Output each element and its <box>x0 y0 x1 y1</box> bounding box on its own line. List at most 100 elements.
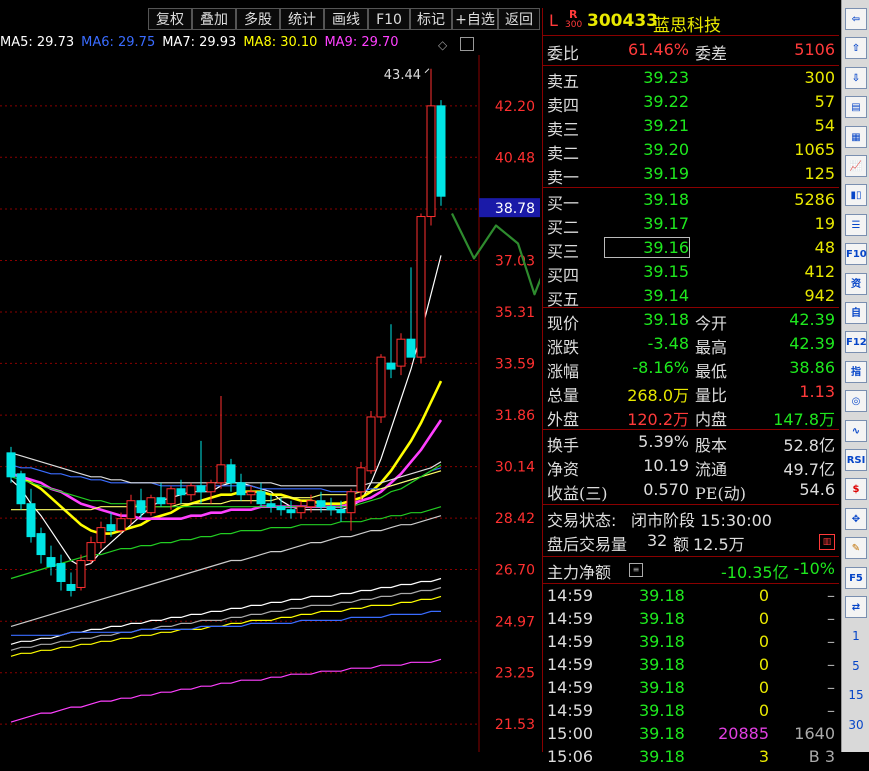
toolbar-button-7[interactable]: +自选 <box>452 8 498 30</box>
tick-row: 15:00 39.18 20885 1640 <box>543 724 839 748</box>
stat-label: 最低 <box>695 362 728 381</box>
refresh-icon[interactable]: ◎ <box>845 390 867 413</box>
period-1[interactable]: 1 <box>845 625 867 647</box>
toolbar-button-2[interactable]: 多股 <box>236 8 280 30</box>
ma-line <box>10 658 442 723</box>
news-icon[interactable]: 资 <box>845 272 867 295</box>
candle-body <box>256 491 266 505</box>
self-select-icon[interactable]: 自 <box>845 302 867 324</box>
period-15[interactable]: 15 <box>845 684 867 706</box>
tick-row: 14:59 39.18 0 – <box>543 701 839 725</box>
toolbar-button-0[interactable]: 复权 <box>148 8 192 30</box>
stat-value: 38.86 <box>789 358 835 377</box>
tick-volume: 0 <box>758 701 769 720</box>
candle-icon[interactable]: ▮▯ <box>845 184 867 207</box>
f12-icon[interactable]: F12 <box>845 331 867 354</box>
stat-value: 5.39% <box>638 432 689 451</box>
toolbar-button-6[interactable]: 标记 <box>410 8 452 30</box>
quote-stat-row: 涨跌 -3.48 最高 42.39 <box>543 334 839 358</box>
move-icon[interactable]: ✥ <box>845 507 867 530</box>
arrow-up-icon[interactable]: ⇧ <box>845 37 867 60</box>
grid-icon[interactable]: ▦ <box>845 125 867 148</box>
f5-icon[interactable]: F5 <box>845 566 867 589</box>
tick-row: 15:06 39.18 3 B 3 <box>543 747 839 771</box>
kline-chart[interactable]: 42.2040.4838.7537.0335.3133.5931.8630.14… <box>0 55 540 752</box>
line-chart-icon[interactable]: 📈 <box>845 155 867 177</box>
candle-body <box>76 560 86 588</box>
bid-price[interactable]: 39.16 <box>604 237 690 258</box>
stock-code: 300433 <box>587 11 658 31</box>
arrow-down-icon[interactable]: ⇩ <box>845 66 867 89</box>
bid-volume: 412 <box>804 262 835 281</box>
toolbar-button-5[interactable]: F10 <box>368 8 410 30</box>
quote-panel: L R 300 300433 蓝思科技 委比 61.46% 委差 5106 交易… <box>542 8 841 766</box>
tick-flag: – <box>827 701 835 720</box>
candle-body <box>196 485 206 493</box>
fundamental-row: 收益(三) 0.570 PE(动) 54.6 <box>543 480 839 504</box>
bid-price[interactable]: 39.17 <box>543 214 689 233</box>
stat-value: 268.0万 <box>627 386 689 405</box>
candle-body <box>286 509 296 514</box>
candle-body <box>226 464 236 484</box>
toolbar-button-8[interactable]: 返回 <box>498 8 540 30</box>
candle-body <box>186 485 196 496</box>
candle-body <box>86 542 96 562</box>
toolbar-button-4[interactable]: 画线 <box>324 8 368 30</box>
after-hours-chart-icon[interactable]: ▥ <box>819 534 835 550</box>
arrow-left-icon[interactable]: ⇦ <box>845 8 867 30</box>
ask-price[interactable]: 39.19 <box>543 164 689 183</box>
panel-toggle-icon[interactable] <box>460 37 474 51</box>
candle-body <box>56 563 66 582</box>
bid-price[interactable]: 39.18 <box>543 190 689 209</box>
pencil-icon[interactable]: ✎ <box>845 537 867 560</box>
tick-flag: – <box>827 678 835 697</box>
f10-icon[interactable]: F10 <box>845 243 867 266</box>
switch-icon[interactable]: ⇄ <box>845 596 867 618</box>
bid-price[interactable]: 39.14 <box>543 286 689 305</box>
market-badge: L <box>549 11 558 30</box>
tick-price: 39.18 <box>639 678 685 697</box>
tick-time: 14:59 <box>547 678 594 697</box>
report-icon[interactable]: ▤ <box>845 96 867 119</box>
ask-price[interactable]: 39.20 <box>543 140 689 159</box>
stat-value: -3.48 <box>647 334 689 353</box>
main-flow-detail-icon[interactable]: ≡ <box>629 563 643 577</box>
ask-volume: 1065 <box>794 140 835 159</box>
candle-body <box>356 467 366 493</box>
indicator-icon[interactable]: 指 <box>845 360 867 383</box>
bid-price[interactable]: 39.15 <box>543 262 689 281</box>
candle-body <box>166 488 176 505</box>
stat-value: 49.7亿 <box>783 460 835 479</box>
period-30[interactable]: 30 <box>845 714 867 736</box>
rsi-icon[interactable]: RSI <box>845 449 867 471</box>
tick-price: 39.18 <box>639 747 685 766</box>
ask-price[interactable]: 39.23 <box>543 68 689 87</box>
candle-body <box>416 216 426 358</box>
tick-price: 39.18 <box>639 655 685 674</box>
tick-time: 14:59 <box>547 586 594 605</box>
y-tick-label: 21.53 <box>495 717 535 733</box>
period-5[interactable]: 5 <box>845 655 867 677</box>
stat-label: 最高 <box>695 338 728 357</box>
candle-body <box>396 338 406 367</box>
candle-body <box>216 464 226 484</box>
candle-body <box>326 506 336 511</box>
ask-price[interactable]: 39.22 <box>543 92 689 111</box>
candle-body <box>136 500 146 514</box>
toolbar-button-1[interactable]: 叠加 <box>192 8 236 30</box>
stat-value: -8.16% <box>632 358 689 377</box>
list-icon[interactable]: ☰ <box>845 213 867 236</box>
ask-price[interactable]: 39.21 <box>543 116 689 135</box>
candle-body <box>276 506 286 511</box>
wave-icon[interactable]: ∿ <box>845 419 867 442</box>
tick-time: 15:00 <box>547 724 594 743</box>
legend-toggle-icon[interactable]: ◇ <box>438 38 447 52</box>
tick-volume: 0 <box>758 609 769 628</box>
candle-body <box>336 509 346 514</box>
ask-volume: 57 <box>814 92 835 111</box>
ask-volume: 125 <box>804 164 835 183</box>
y-tick-label: 23.25 <box>495 666 535 682</box>
dollar-icon[interactable]: $ <box>845 478 867 501</box>
candle-body <box>146 497 156 514</box>
toolbar-button-3[interactable]: 统计 <box>280 8 324 30</box>
